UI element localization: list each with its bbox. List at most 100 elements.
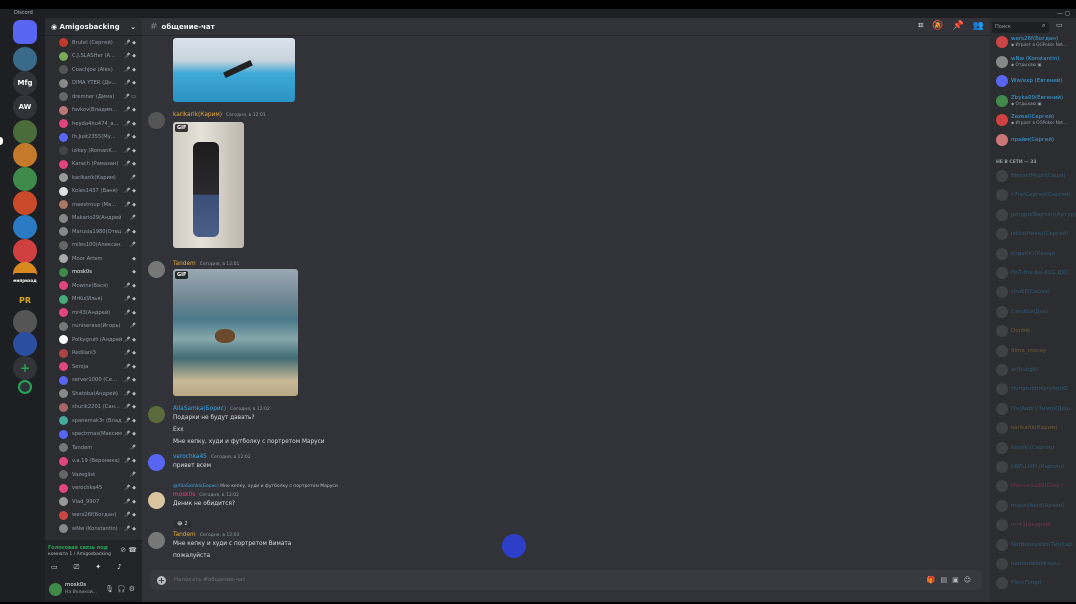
search-input[interactable]: Поиск xyxy=(992,22,1049,33)
gift-icon[interactable]: 🎁 xyxy=(927,576,941,584)
voice-member[interactable]: Redilani3 🎤̸ ◆ xyxy=(59,347,142,360)
server-icon[interactable] xyxy=(13,310,37,334)
member-item-offline[interactable]: Hungrubb(Kyrylo)(Ю xyxy=(996,383,1076,396)
voice-member[interactable]: Karach (Рамазан) 🎤̸ ◆ xyxy=(59,158,142,171)
voice-member[interactable]: verochka45 🎤̸ ◆ xyxy=(59,482,142,495)
server-icon[interactable]: PR xyxy=(13,288,37,312)
discord-home-icon[interactable] xyxy=(13,20,37,44)
voice-member[interactable]: Ih.Just2355(Му... 🎤̸ ◆ xyxy=(59,131,142,144)
message-composer[interactable]: + Написать #общение-чат 🎁▤▣☺ xyxy=(150,570,982,590)
gif-image[interactable]: GIF xyxy=(173,122,244,248)
voice-member[interactable]: Tandem 🎤̸ xyxy=(59,441,142,454)
member-item-offline[interactable]: Candice(Дзе) xyxy=(996,305,1076,318)
disconnect-icon[interactable]: ⊘ ☎ xyxy=(120,546,137,554)
mic-icon[interactable]: 🎙 xyxy=(105,585,117,593)
voice-member[interactable]: spectrmas(Максим) 🎤̸ ◆ xyxy=(59,428,142,441)
voice-member[interactable]: Brutel (Сергей) 🎤̸ ◆ xyxy=(59,36,142,49)
member-item[interactable]: прайм(Сергей) xyxy=(996,133,1076,146)
camera-icon[interactable]: ▭ xyxy=(51,563,58,572)
message-author[interactable]: Tandem xyxy=(173,261,196,267)
voice-member[interactable]: shurik2201 (Сан... 🎤̸ ◆ xyxy=(59,401,142,414)
screen-share-icon[interactable]: ⎚ xyxy=(74,563,80,572)
member-item-offline[interactable]: jekto(Ника)(Сергей) xyxy=(996,228,1076,241)
server-icon[interactable] xyxy=(13,215,37,239)
voice-member[interactable]: Shatoba(Андрей) 🎤̸ ◆ xyxy=(59,387,142,400)
voice-member[interactable]: Moor Artem ◆ xyxy=(59,252,142,265)
avatar[interactable] xyxy=(49,582,62,596)
member-item-offline[interactable]: c7ra(Сергей(Сергей) xyxy=(996,189,1076,202)
member-item-offline[interactable]: nationdeb(Игорь) xyxy=(996,558,1076,570)
server-icon[interactable]: ремприходи xyxy=(13,273,37,287)
member-item-offline[interactable]: LWFLUXH (Каролн) xyxy=(996,461,1076,473)
voice-member[interactable]: nuniserase(Игорь) 🎤̸ xyxy=(59,320,142,333)
server-icon[interactable] xyxy=(13,120,37,144)
voice-member[interactable]: v.a.19 (Вероника) 🎤̸ ◆ xyxy=(59,455,142,468)
voice-member[interactable]: maestroup (Ма... 🎤̸ ◆ xyxy=(59,198,142,211)
server-icon[interactable] xyxy=(13,239,37,263)
server-icon[interactable]: Mfg xyxy=(13,71,37,95)
inbox-icon[interactable]: ▭ xyxy=(1056,21,1063,29)
voice-member[interactable]: Vazeglist 🎤̸ xyxy=(59,468,142,481)
voice-member[interactable]: C.J.SLASHer (А... 🎤̸ ◆ xyxy=(59,50,142,63)
voice-member[interactable]: Vlad_9907 🎤̸ ◆ xyxy=(59,495,142,508)
headphones-icon[interactable]: 🎧 xyxy=(117,585,129,593)
message-input[interactable]: Написать #общение-чат xyxy=(174,577,927,583)
voice-member[interactable]: Mowins(Вася) 🎤̸ ◆ xyxy=(59,279,142,292)
voice-member[interactable]: karikarik(Карим) 🎤̸ xyxy=(59,171,142,184)
voice-member[interactable]: miles100(Алексан... 🎤̸ xyxy=(59,239,142,252)
emoji-icon[interactable]: ☺ xyxy=(964,576,976,584)
avatar[interactable] xyxy=(148,532,165,549)
gif-image[interactable] xyxy=(173,38,295,102)
member-item[interactable]: wNw (Konstantin) ◆ Отдыхаю ▣ xyxy=(996,55,1076,68)
member-item-offline[interactable]: Mansarka89(Олег) xyxy=(996,480,1076,493)
voice-member[interactable]: mosk0s ◆ xyxy=(59,266,142,279)
member-item-offline[interactable]: kessle (Сергео) xyxy=(996,441,1076,454)
server-icon[interactable] xyxy=(13,47,37,71)
gif-image[interactable]: GIF xyxy=(173,269,298,396)
threads-icon[interactable]: ⌗ xyxy=(918,21,923,31)
member-item[interactable]: Ww/exp (Евгений) xyxy=(996,75,1076,87)
member-item-offline[interactable]: chuEP(Сaсма) xyxy=(996,286,1076,299)
members-icon[interactable]: 👥 xyxy=(973,21,984,31)
pin-icon[interactable]: 📌 xyxy=(953,21,964,31)
server-icon[interactable] xyxy=(18,380,32,394)
voice-member[interactable]: Makario29(Андрей) 🎤̸ xyxy=(59,212,142,225)
member-item-offline[interactable]: moneyberd(Артем) xyxy=(996,499,1076,512)
voice-member[interactable]: DIMA YTER (Дн... 🎤̸ ◆ xyxy=(59,77,142,90)
member-item-offline[interactable]: dima_money xyxy=(996,344,1076,357)
window-controls[interactable]: — ◻ xyxy=(1057,9,1070,18)
server-icon[interactable]: AW xyxy=(13,95,37,119)
activity-icon[interactable]: ✦ xyxy=(95,563,101,572)
member-item-offline[interactable]: karikarik(Карим) xyxy=(996,422,1076,435)
member-item[interactable]: Zezeal(Сергей) ◆ Играет в GGPoker Net... xyxy=(996,114,1076,126)
reply-preview[interactable]: @AllaSamka(Борис) Мне кепку, худи и футб… xyxy=(173,484,338,489)
voice-member[interactable]: wNw (Konstantin) 🎤̸ ◆ xyxy=(59,522,142,535)
add-attachment-icon[interactable]: + xyxy=(157,575,166,585)
voice-member[interactable]: wers26f(Богдан) 🎤̸ ◆ xyxy=(59,509,142,522)
voice-member[interactable]: Seroja 🎤̸ ◆ xyxy=(59,360,142,373)
voice-member[interactable]: MrKu(Илья) 🎤̸ ◆ xyxy=(59,293,142,306)
gif-picker-icon[interactable]: ▤ xyxy=(940,576,952,584)
member-item[interactable]: Zbyka00(Евгений) ◆ Отдыхаю ▣ xyxy=(996,94,1076,107)
voice-member[interactable]: izikey (RomanK... 🎤̸ ◆ xyxy=(59,144,142,157)
member-item-offline[interactable]: NetBunnysNo(Ти)(Сер xyxy=(996,538,1076,551)
voice-member[interactable]: mr43(Андрей) 🎤̸ ◆ xyxy=(59,306,142,319)
guild-header[interactable]: ◉ Amigosbacking ⌄ xyxy=(45,18,142,36)
member-item-offline[interactable]: ar(hubgk) xyxy=(996,364,1076,376)
voice-member[interactable]: server1000 (Се... 🎤̸ ◆ xyxy=(59,374,142,387)
avatar[interactable] xyxy=(148,406,165,423)
member-item-offline[interactable]: mr43(Андрей) xyxy=(996,519,1076,532)
sticker-icon[interactable]: ▣ xyxy=(952,576,964,584)
server-icon[interactable] xyxy=(13,143,37,167)
member-item-offline[interactable]: Jishgpd(Вартаr)(Артур) xyxy=(996,208,1076,221)
server-icon[interactable]: + xyxy=(13,356,37,380)
voice-member[interactable]: favkov(Владим... 🎤̸ ◆ xyxy=(59,104,142,117)
voice-member[interactable]: Marusia1980(Отец) 🎤̸ ◆ xyxy=(59,225,142,238)
voice-member[interactable]: Koles1437 (Ваня) 🎤̸ ◆ xyxy=(59,185,142,198)
avatar[interactable] xyxy=(148,454,165,471)
voice-member[interactable]: Coachjoe (Alex) 🎤̸ ◆ xyxy=(59,63,142,76)
mute-icon[interactable]: 🔕 xyxy=(932,21,943,31)
voice-location[interactable]: комната 1 / Amigosbacking xyxy=(48,552,111,557)
member-item-offline[interactable]: Plan(Плор) xyxy=(996,577,1076,590)
member-item-offline[interactable]: IYv(Aapr)(Тимо)(Деш xyxy=(996,402,1076,415)
